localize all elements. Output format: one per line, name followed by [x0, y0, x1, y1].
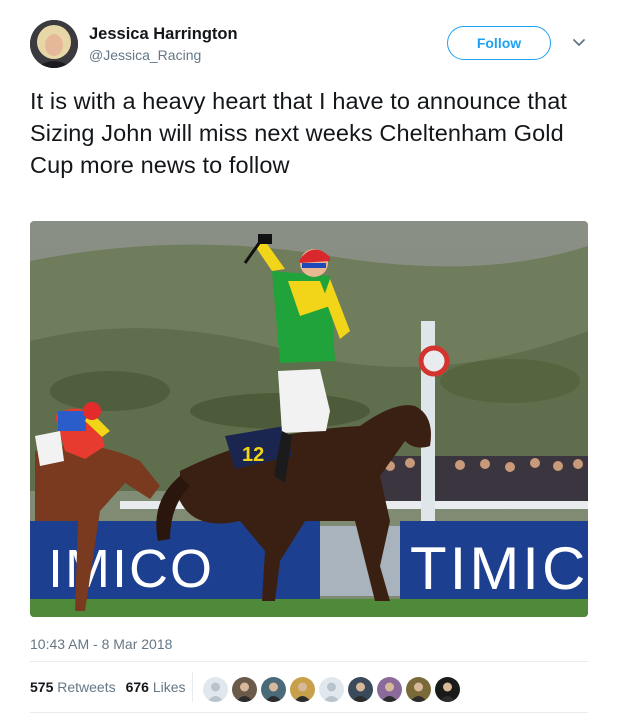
- author-avatar[interactable]: [30, 20, 78, 68]
- user-avatar-icon: [232, 677, 257, 702]
- author-handle[interactable]: @Jessica_Racing: [89, 47, 201, 63]
- user-avatar-icon: [406, 677, 431, 702]
- tweet-text: It is with a heavy heart that I have to …: [30, 88, 567, 178]
- saddle-number: 12: [242, 444, 264, 466]
- liker-avatar[interactable]: [434, 676, 461, 703]
- default-avatar-icon: [319, 677, 344, 702]
- liker-avatar[interactable]: [347, 676, 374, 703]
- liker-avatar[interactable]: [289, 676, 316, 703]
- tweet-photo[interactable]: IMICO TIMIC 12: [30, 221, 588, 617]
- horse-race-photo: IMICO TIMIC 12: [30, 221, 588, 617]
- likes-label: Likes: [152, 679, 186, 695]
- retweets-stat[interactable]: 575 Retweets: [30, 679, 116, 695]
- likers-list: [202, 676, 461, 703]
- user-avatar-icon: [377, 677, 402, 702]
- likes-count: 676: [125, 679, 149, 695]
- banner-left-text: IMICO: [48, 539, 214, 599]
- liker-avatar[interactable]: [202, 676, 229, 703]
- retweets-label: Retweets: [57, 679, 116, 695]
- user-avatar-icon: [290, 677, 315, 702]
- liker-avatar[interactable]: [376, 676, 403, 703]
- default-avatar-icon: [203, 677, 228, 702]
- retweets-count: 575: [30, 679, 54, 695]
- divider: [30, 712, 588, 713]
- divider: [30, 661, 588, 662]
- user-avatar-icon: [435, 677, 460, 702]
- liker-avatar[interactable]: [318, 676, 345, 703]
- user-avatar-icon: [348, 677, 373, 702]
- stats-divider: [192, 672, 193, 702]
- liker-avatar[interactable]: [405, 676, 432, 703]
- banner-right-text: TIMIC: [410, 535, 588, 602]
- tweet-timestamp[interactable]: 10:43 AM - 8 Mar 2018: [30, 636, 172, 652]
- author-photo: [30, 20, 78, 68]
- likes-stat[interactable]: 676 Likes: [126, 679, 186, 695]
- user-avatar-icon: [261, 677, 286, 702]
- tweet-stats: 575 Retweets 676 Likes: [30, 679, 186, 695]
- author-name[interactable]: Jessica Harrington: [89, 25, 238, 44]
- liker-avatar[interactable]: [260, 676, 287, 703]
- follow-button[interactable]: Follow: [447, 26, 551, 60]
- chevron-down-icon[interactable]: [570, 33, 588, 51]
- liker-avatar[interactable]: [231, 676, 258, 703]
